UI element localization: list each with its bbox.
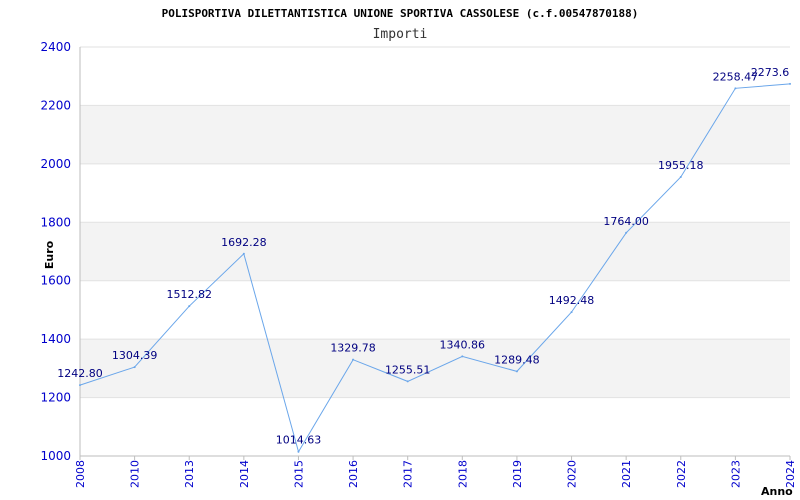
x-tick-label: 2014 bbox=[238, 460, 251, 488]
data-label: 1492.48 bbox=[549, 294, 595, 307]
data-label: 1242.80 bbox=[57, 367, 103, 380]
data-label: 1340.86 bbox=[440, 338, 486, 351]
y-tick-label: 2400 bbox=[40, 40, 71, 54]
y-tick-label: 1200 bbox=[40, 391, 71, 405]
data-point bbox=[242, 252, 245, 255]
x-tick-label: 2015 bbox=[292, 460, 305, 488]
chart: POLISPORTIVA DILETTANTISTICA UNIONE SPOR… bbox=[40, 7, 797, 498]
data-label: 1329.78 bbox=[330, 342, 376, 355]
y-tick-label: 2000 bbox=[40, 157, 71, 171]
data-label: 1289.48 bbox=[494, 353, 540, 366]
x-tick-label: 2008 bbox=[74, 460, 87, 488]
x-tick-label: 2010 bbox=[129, 460, 142, 488]
data-point bbox=[515, 370, 518, 373]
data-point bbox=[570, 311, 573, 314]
x-axis-label: Anno bbox=[761, 485, 793, 498]
data-label: 1304.39 bbox=[112, 349, 158, 362]
y-tick-label: 1000 bbox=[40, 449, 71, 463]
chart-subtitle: Importi bbox=[373, 27, 428, 42]
data-point bbox=[188, 305, 191, 308]
x-tick-label: 2022 bbox=[675, 460, 688, 488]
data-label: 1255.51 bbox=[385, 363, 431, 376]
data-point bbox=[297, 450, 300, 453]
x-tick-label: 2024 bbox=[784, 460, 797, 488]
x-tick-label: 2016 bbox=[347, 460, 360, 488]
data-point bbox=[679, 175, 682, 178]
data-label: 1512.82 bbox=[166, 288, 212, 301]
data-point bbox=[625, 231, 628, 234]
y-tick-label: 1800 bbox=[40, 215, 71, 229]
y-axis-label: Euro bbox=[43, 240, 56, 269]
y-tick-label: 1600 bbox=[40, 274, 71, 288]
data-label: 1955.18 bbox=[658, 159, 704, 172]
data-point bbox=[789, 82, 791, 85]
x-tick-label: 2013 bbox=[183, 460, 196, 488]
data-point bbox=[406, 380, 409, 383]
data-point bbox=[734, 87, 737, 90]
x-tick-labels: 2008 2010 2013 2014 2015 2016 2017 2018 2019 2020… bbox=[74, 460, 797, 488]
y-tick-label: 1400 bbox=[40, 332, 71, 346]
data-label: 1014.63 bbox=[276, 434, 322, 447]
grid-band bbox=[80, 105, 790, 164]
data-point bbox=[133, 366, 136, 369]
data-label: 2273.6 bbox=[751, 66, 790, 79]
chart-title: POLISPORTIVA DILETTANTISTICA UNIONE SPOR… bbox=[162, 7, 639, 20]
grid-band bbox=[80, 222, 790, 281]
x-tick-label: 2023 bbox=[729, 460, 742, 488]
grid-bands bbox=[80, 105, 790, 398]
x-tick-label: 2019 bbox=[511, 460, 524, 488]
data-point bbox=[461, 355, 464, 358]
x-tick-label: 2018 bbox=[456, 460, 469, 488]
x-tick-label: 2020 bbox=[566, 460, 579, 488]
data-point bbox=[79, 384, 81, 387]
data-point bbox=[352, 358, 355, 361]
data-label: 1692.28 bbox=[221, 236, 267, 249]
x-tick-label: 2021 bbox=[620, 460, 633, 488]
data-label: 1764.00 bbox=[603, 215, 649, 228]
y-tick-label: 2200 bbox=[40, 98, 71, 112]
x-tick-label: 2017 bbox=[402, 460, 415, 488]
